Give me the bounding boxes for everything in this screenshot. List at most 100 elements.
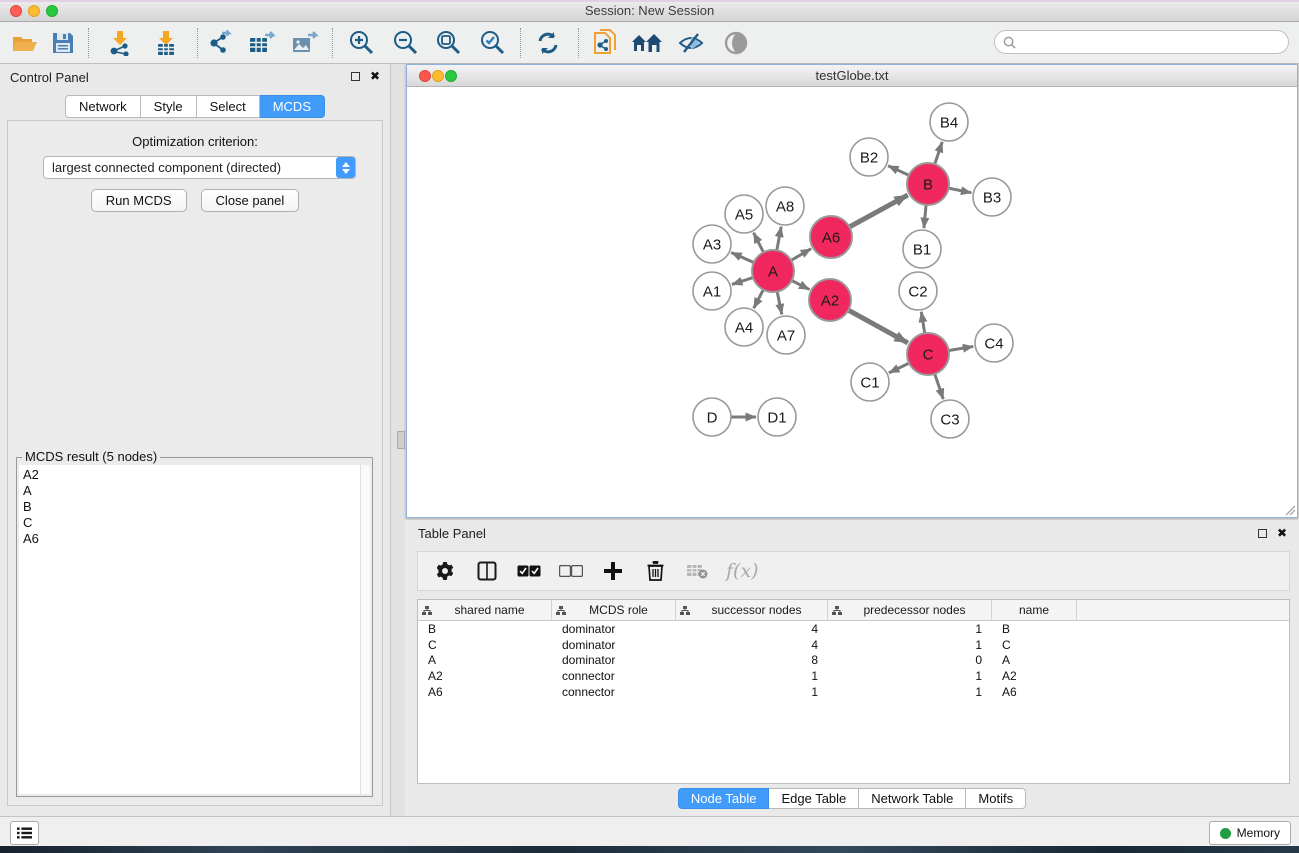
table-float-panel-icon[interactable] <box>1258 529 1267 538</box>
column-header-name[interactable]: name <box>992 600 1077 620</box>
criterion-select[interactable]: largest connected component (directed) <box>43 156 356 179</box>
zoom-selected-icon[interactable] <box>475 27 509 59</box>
table-row-A[interactable]: Adominator80A <box>418 652 1289 668</box>
open-session-icon[interactable] <box>8 27 42 59</box>
svg-text:A4: A4 <box>735 319 753 336</box>
graph-node-B[interactable]: B <box>907 163 949 205</box>
svg-text:A7: A7 <box>777 327 795 344</box>
graph-node-D[interactable]: D <box>693 398 731 436</box>
zoom-fit-icon[interactable] <box>431 27 465 59</box>
table-row-A6[interactable]: A6connector11A6 <box>418 684 1289 700</box>
graph-node-A4[interactable]: A4 <box>725 308 763 346</box>
task-history-button[interactable] <box>10 821 39 845</box>
table-tab-node-table[interactable]: Node Table <box>678 788 770 809</box>
column-header-MCDS-role[interactable]: MCDS role <box>552 600 676 620</box>
network-from-document-icon[interactable] <box>588 27 622 59</box>
export-table-icon[interactable] <box>245 27 279 59</box>
svg-text:C1: C1 <box>860 374 879 391</box>
export-network-icon[interactable] <box>203 27 237 59</box>
control-panel-title: Control Panel <box>10 70 89 85</box>
graph-node-D1[interactable]: D1 <box>758 398 796 436</box>
tab-style[interactable]: Style <box>141 95 197 118</box>
graph-node-C1[interactable]: C1 <box>851 363 889 401</box>
window-title: Session: New Session <box>0 3 1299 18</box>
result-list-scrollbar[interactable] <box>360 465 370 794</box>
delete-column-icon[interactable] <box>642 558 668 584</box>
column-header-predecessor-nodes[interactable]: predecessor nodes <box>828 600 992 620</box>
graph-node-C3[interactable]: C3 <box>931 400 969 438</box>
cell: C <box>418 638 552 652</box>
memory-status-dot-icon <box>1220 828 1231 839</box>
table-close-panel-icon[interactable]: ✖ <box>1277 525 1287 541</box>
table-panel-title: Table Panel <box>418 526 486 541</box>
zoom-out-icon[interactable] <box>388 27 422 59</box>
graph-node-C4[interactable]: C4 <box>975 324 1013 362</box>
network-canvas[interactable]: B4 B2 B B3 A8A5 A6 A3 B1 A A1 C2 A2 A4 A7 C4 C C1 D D1 C3 <box>408 87 1296 517</box>
export-image-icon[interactable] <box>288 27 322 59</box>
table-row-C[interactable]: Cdominator41C <box>418 637 1289 653</box>
close-panel-icon[interactable]: ✖ <box>370 68 380 84</box>
run-mcds-button[interactable]: Run MCDS <box>91 189 187 212</box>
graph-node-A2[interactable]: A2 <box>809 279 851 321</box>
table-row-B[interactable]: Bdominator41B <box>418 621 1289 637</box>
column-header-successor-nodes[interactable]: successor nodes <box>676 600 828 620</box>
search-box[interactable] <box>994 30 1289 54</box>
tab-select[interactable]: Select <box>197 95 260 118</box>
graph-node-A6[interactable]: A6 <box>810 216 852 258</box>
home-views-icon[interactable] <box>630 27 664 59</box>
table-tab-network-table[interactable]: Network Table <box>859 788 966 809</box>
mcds-result-list[interactable]: A2ABCA6 <box>19 465 360 794</box>
table-toolbar: f(x) <box>417 551 1290 591</box>
show-column-icon[interactable] <box>474 558 500 584</box>
table-settings-gear-icon[interactable] <box>432 558 458 584</box>
cell: 4 <box>676 622 828 636</box>
result-list-item[interactable]: A <box>23 483 360 499</box>
search-input[interactable] <box>1021 34 1280 50</box>
table-tab-motifs[interactable]: Motifs <box>966 788 1026 809</box>
splitter-handle[interactable] <box>397 431 405 449</box>
application-window: Session: New Session <box>0 0 1299 853</box>
graph-node-A5[interactable]: A5 <box>725 195 763 233</box>
import-network-icon[interactable] <box>103 27 137 59</box>
result-list-item[interactable]: C <box>23 515 360 531</box>
graph-node-B2[interactable]: B2 <box>850 138 888 176</box>
tab-network[interactable]: Network <box>65 95 141 118</box>
hide-graphics-details-icon[interactable] <box>674 27 708 59</box>
graph-node-B3[interactable]: B3 <box>973 178 1011 216</box>
graph-node-C[interactable]: C <box>907 333 949 375</box>
refresh-layout-icon[interactable] <box>531 27 565 59</box>
result-list-item[interactable]: A2 <box>23 467 360 483</box>
criterion-select-value: largest connected component (directed) <box>44 160 336 175</box>
close-panel-button[interactable]: Close panel <box>201 189 300 212</box>
add-column-icon[interactable] <box>600 558 626 584</box>
unselect-all-columns-icon[interactable] <box>558 558 584 584</box>
hierarchy-icon <box>556 606 566 615</box>
zoom-in-icon[interactable] <box>344 27 378 59</box>
import-table-icon[interactable] <box>149 27 183 59</box>
graph-node-A[interactable]: A <box>752 250 794 292</box>
result-list-item[interactable]: B <box>23 499 360 515</box>
show-graphics-details-icon[interactable] <box>719 27 753 59</box>
svg-text:C4: C4 <box>984 335 1003 352</box>
graph-node-A7[interactable]: A7 <box>767 316 805 354</box>
table-tab-edge-table[interactable]: Edge Table <box>769 788 859 809</box>
graph-node-C2[interactable]: C2 <box>899 272 937 310</box>
cell: 1 <box>676 669 828 683</box>
graph-node-B4[interactable]: B4 <box>930 103 968 141</box>
cell: 1 <box>828 638 992 652</box>
result-list-item[interactable]: A6 <box>23 531 360 547</box>
network-frame-titlebar[interactable]: testGlobe.txt <box>407 65 1297 87</box>
graph-node-A8[interactable]: A8 <box>766 187 804 225</box>
column-header-shared-name[interactable]: shared name <box>418 600 552 620</box>
graph-node-A3[interactable]: A3 <box>693 225 731 263</box>
tab-mcds[interactable]: MCDS <box>260 95 325 118</box>
graph-node-A1[interactable]: A1 <box>693 272 731 310</box>
float-panel-icon[interactable] <box>351 72 360 81</box>
table-row-A2[interactable]: A2connector11A2 <box>418 668 1289 684</box>
cell: 8 <box>676 653 828 667</box>
select-all-columns-icon[interactable] <box>516 558 542 584</box>
save-session-icon[interactable] <box>46 27 80 59</box>
memory-button[interactable]: Memory <box>1209 821 1291 845</box>
graph-node-B1[interactable]: B1 <box>903 230 941 268</box>
frame-resize-grip[interactable] <box>1284 504 1296 516</box>
